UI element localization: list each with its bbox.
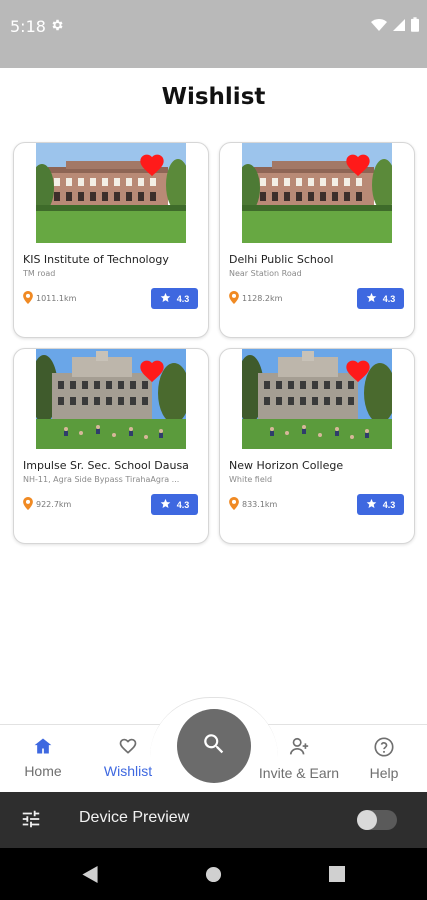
school-address: White field xyxy=(229,475,273,484)
school-name: New Horizon College xyxy=(229,459,344,472)
rating-badge: 4.3 xyxy=(357,494,404,515)
signal-icon xyxy=(393,18,405,37)
rating-badge: 4.3 xyxy=(151,494,198,515)
star-icon xyxy=(366,498,377,511)
home-icon xyxy=(33,738,53,759)
rating-badge: 4.3 xyxy=(357,288,404,309)
status-time: 5:18 xyxy=(10,17,46,36)
distance-value: 922.7km xyxy=(36,500,72,509)
nav-item-wishlist[interactable]: Wishlist xyxy=(83,736,173,779)
wifi-icon xyxy=(371,18,387,37)
campus-building-photo xyxy=(242,143,392,243)
nav-item-help[interactable]: Help xyxy=(339,736,427,781)
distance-value: 1011.1km xyxy=(36,294,77,303)
rating-value: 4.3 xyxy=(382,499,396,510)
school-address: TM road xyxy=(23,269,56,278)
school-name: KIS Institute of Technology xyxy=(23,253,169,266)
distance: 833.1km xyxy=(229,497,277,512)
system-nav-bar xyxy=(0,848,427,900)
device-preview-toggle[interactable] xyxy=(357,810,397,830)
wishlist-card[interactable]: Delhi Public School Near Station Road 11… xyxy=(219,142,415,338)
location-pin-icon xyxy=(23,291,33,306)
distance: 922.7km xyxy=(23,497,71,512)
rating-badge: 4.3 xyxy=(151,288,198,309)
nav-label-home: Home xyxy=(24,763,62,779)
gear-icon xyxy=(50,18,64,37)
rating-value: 4.3 xyxy=(176,499,190,510)
status-icons xyxy=(371,17,419,37)
settings-sliders-icon[interactable] xyxy=(20,808,42,835)
nav-item-invite[interactable]: Invite & Earn xyxy=(254,736,344,781)
recents-icon[interactable] xyxy=(329,866,345,887)
nav-label-invite: Invite & Earn xyxy=(258,765,340,781)
nav-item-home[interactable]: Home xyxy=(0,736,88,779)
home-circle-icon[interactable] xyxy=(205,866,222,888)
rating-value: 4.3 xyxy=(382,293,396,304)
help-icon xyxy=(373,737,395,761)
heart-icon[interactable] xyxy=(344,151,372,177)
toggle-knob xyxy=(357,810,377,830)
device-preview-bar: Device Preview xyxy=(0,792,427,848)
school-name: Impulse Sr. Sec. School Dausa xyxy=(23,459,189,472)
star-icon xyxy=(160,292,171,305)
rating-value: 4.3 xyxy=(176,293,190,304)
nav-label-help: Help xyxy=(369,765,399,781)
status-bar: 5:18 xyxy=(0,0,427,68)
school-address: Near Station Road xyxy=(229,269,302,278)
add-person-icon xyxy=(288,737,310,761)
wishlist-card[interactable]: Impulse Sr. Sec. School Dausa NH-11, Agr… xyxy=(13,348,209,544)
distance: 1011.1km xyxy=(23,291,76,306)
star-icon xyxy=(160,498,171,511)
wishlist-card[interactable]: KIS Institute of Technology TM road 1011… xyxy=(13,142,209,338)
location-pin-icon xyxy=(229,291,239,306)
distance-value: 1128.2km xyxy=(242,294,283,303)
back-icon[interactable] xyxy=(82,866,98,888)
location-pin-icon xyxy=(229,497,239,512)
heart-icon[interactable] xyxy=(138,357,166,383)
device-preview-label: Device Preview xyxy=(79,809,190,826)
distance: 1128.2km xyxy=(229,291,282,306)
search-button[interactable] xyxy=(177,709,251,783)
heart-icon[interactable] xyxy=(344,357,372,383)
wishlist-card[interactable]: New Horizon College White field 833.1km … xyxy=(219,348,415,544)
heart-icon[interactable] xyxy=(138,151,166,177)
star-icon xyxy=(366,292,377,305)
nav-label-wishlist: Wishlist xyxy=(103,763,153,779)
search-icon xyxy=(201,731,227,762)
school-name: Delhi Public School xyxy=(229,253,334,266)
campus-building-photo xyxy=(36,143,186,243)
college-lawn-photo xyxy=(242,349,392,449)
school-address: NH-11, Agra Side Bypass TirahaAgra ... xyxy=(23,475,180,484)
location-pin-icon xyxy=(23,497,33,512)
page-title: Wishlist xyxy=(161,84,266,110)
battery-icon xyxy=(411,17,419,37)
college-lawn-photo xyxy=(36,349,186,449)
heart-outline-icon xyxy=(118,738,138,759)
distance-value: 833.1km xyxy=(242,500,278,509)
